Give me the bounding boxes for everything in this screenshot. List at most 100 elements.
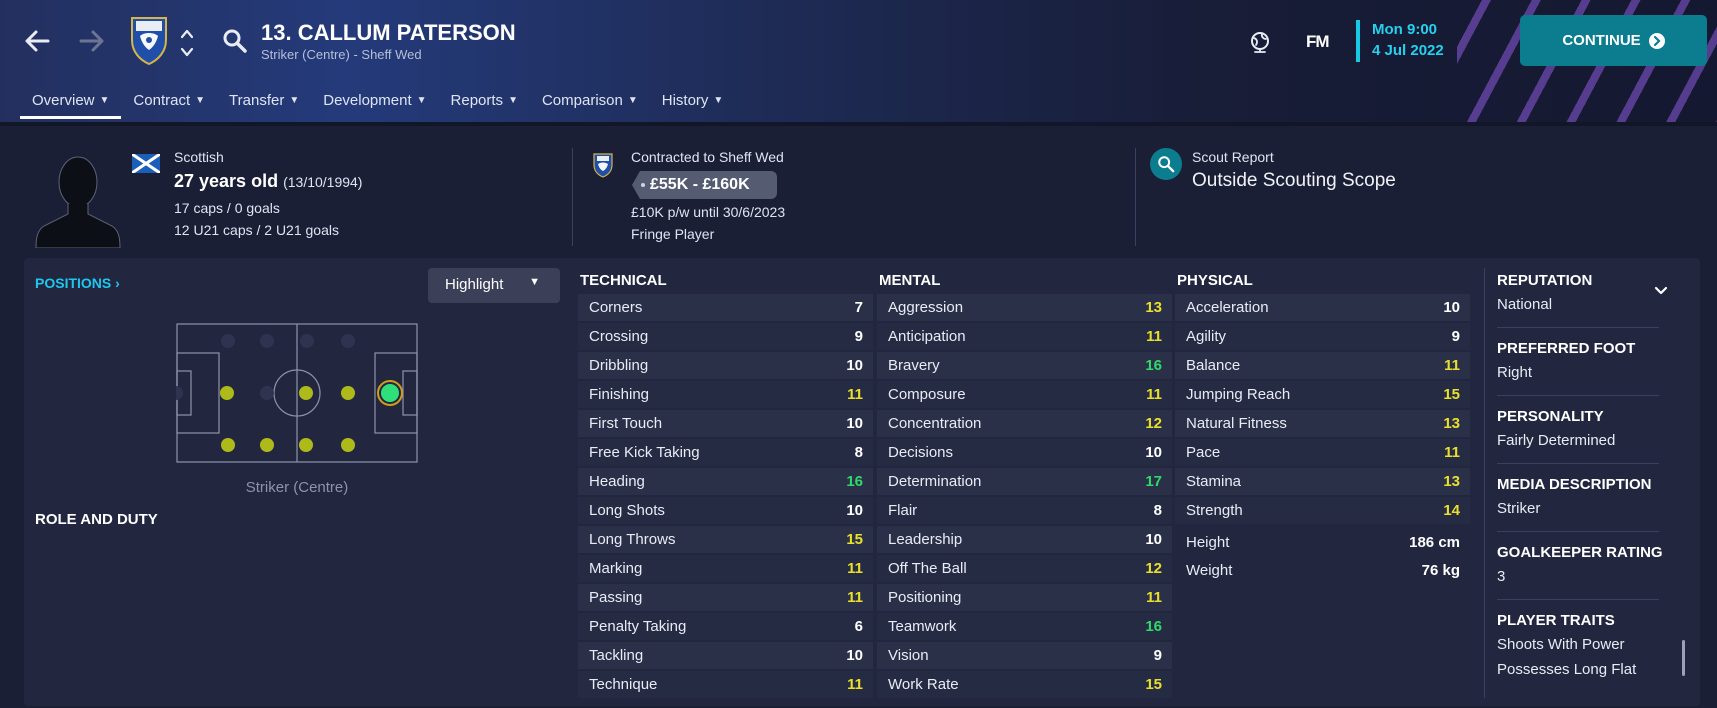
attribute-row[interactable]: Balance 11 (1175, 352, 1470, 379)
player-switch-icon[interactable] (178, 26, 196, 60)
attribute-name: Strength (1186, 502, 1243, 519)
attribute-row[interactable]: Determination 17 (877, 468, 1172, 495)
attribute-row[interactable]: Anticipation 11 (877, 323, 1172, 350)
tab-transfer[interactable]: Transfer ▼ (217, 86, 311, 122)
attribute-name: Pace (1186, 444, 1221, 461)
club-crest-small-icon[interactable] (593, 152, 613, 178)
attribute-row[interactable]: Bravery 16 (877, 352, 1172, 379)
attribute-row[interactable]: First Touch 10 (578, 410, 873, 437)
attribute-row[interactable]: Tackling 10 (578, 642, 873, 669)
tab-label: Reports (450, 92, 504, 109)
attribute-row[interactable]: Finishing 11 (578, 381, 873, 408)
goalkeeper-rating-title: GOALKEEPER RATING (1497, 544, 1663, 561)
attribute-row[interactable]: Flair 8 (877, 497, 1172, 524)
sidebar-scrollbar[interactable] (1682, 640, 1685, 676)
attribute-row[interactable]: Decisions 10 (877, 439, 1172, 466)
attribute-value: 10 (846, 647, 863, 664)
weight-value: 76 kg (1421, 562, 1460, 579)
personality-block: PERSONALITY Fairly Determined (1497, 408, 1659, 464)
attribute-name: Heading (589, 473, 645, 490)
attribute-name: Anticipation (888, 328, 966, 345)
mental-rows: Aggression 13 Anticipation 11 Bravery 16 Compo… (877, 294, 1172, 698)
attribute-name: Concentration (888, 415, 982, 432)
tab-comparison[interactable]: Comparison ▼ (530, 86, 650, 122)
tab-contract[interactable]: Contract ▼ (121, 86, 217, 122)
tab-label: Contract (133, 92, 191, 109)
attribute-row[interactable]: Natural Fitness 13 (1175, 410, 1470, 437)
back-arrow-icon[interactable] (22, 26, 52, 56)
attribute-value: 8 (1153, 502, 1162, 519)
player-trait-item[interactable]: Shoots With Power (1497, 636, 1659, 653)
attribute-name: Tackling (589, 647, 644, 664)
attribute-row[interactable]: Vision 9 (877, 642, 1172, 669)
technical-rows: Corners 7 Crossing 9 Dribbling 10 Finishing 11 F… (578, 294, 873, 698)
attribute-row[interactable]: Crossing 9 (578, 323, 873, 350)
attribute-row[interactable]: Agility 9 (1175, 323, 1470, 350)
attribute-value: 11 (847, 386, 863, 403)
attribute-row[interactable]: Concentration 12 (877, 410, 1172, 437)
weight-row: Weight 76 kg (1175, 556, 1470, 584)
chevron-down-icon: ▼ (713, 95, 724, 106)
scotland-flag-icon (131, 152, 161, 175)
forward-arrow-icon[interactable] (77, 26, 107, 56)
attribute-row[interactable]: Penalty Taking 6 (578, 613, 873, 640)
tab-label: Overview (32, 92, 95, 109)
player-traits-title: PLAYER TRAITS (1497, 612, 1615, 629)
attribute-value: 10 (846, 502, 863, 519)
attribute-value: 10 (846, 415, 863, 432)
attribute-row[interactable]: Dribbling 10 (578, 352, 873, 379)
chevron-down-icon: ▼ (627, 95, 638, 106)
highlight-dropdown[interactable]: Highlight ▼ (428, 268, 560, 303)
attribute-row[interactable]: Technique 11 (578, 671, 873, 698)
continue-button[interactable]: CONTINUE (1520, 15, 1707, 66)
attribute-row[interactable]: Stamina 13 (1175, 468, 1470, 495)
reputation-value: National (1497, 296, 1553, 313)
attribute-row[interactable]: Passing 11 (578, 584, 873, 611)
attribute-value: 13 (1443, 415, 1460, 432)
attribute-row[interactable]: Teamwork 16 (877, 613, 1172, 640)
transfer-value-tag[interactable]: £55K - £160K (632, 171, 777, 199)
scout-search-icon[interactable] (1150, 148, 1182, 180)
tab-development[interactable]: Development ▼ (311, 86, 438, 122)
attribute-row[interactable]: Marking 11 (578, 555, 873, 582)
attribute-row[interactable]: Positioning 11 (877, 584, 1172, 611)
club-crest-icon[interactable] (130, 14, 168, 66)
info-divider (1135, 148, 1136, 246)
player-age: 27 years old (13/10/1994) (174, 171, 362, 192)
attribute-row[interactable]: Work Rate 15 (877, 671, 1172, 698)
tab-overview[interactable]: Overview ▼ (20, 86, 122, 122)
attribute-row[interactable]: Jumping Reach 15 (1175, 381, 1470, 408)
tab-reports[interactable]: Reports ▼ (439, 86, 530, 122)
profile-tabs: Overview ▼ Contract ▼ Transfer ▼ Developmen… (20, 86, 735, 122)
attribute-name: Work Rate (888, 676, 959, 693)
height-value: 186 cm (1409, 534, 1460, 551)
tab-history[interactable]: History ▼ (650, 86, 736, 122)
attribute-name: Finishing (589, 386, 650, 403)
attribute-row[interactable]: Composure 11 (877, 381, 1172, 408)
chevron-down-icon[interactable] (1654, 284, 1668, 298)
attribute-row[interactable]: Free Kick Taking 8 (578, 439, 873, 466)
attribute-row[interactable]: Leadership 10 (877, 526, 1172, 553)
fm-logo[interactable]: FM (1306, 32, 1330, 52)
attribute-row[interactable]: Long Shots 10 (578, 497, 873, 524)
search-icon[interactable] (222, 28, 248, 54)
attribute-row[interactable]: Off The Ball 12 (877, 555, 1172, 582)
attribute-row[interactable]: Acceleration 10 (1175, 294, 1470, 321)
attribute-name: Technique (589, 676, 658, 693)
attribute-row[interactable]: Heading 16 (578, 468, 873, 495)
attribute-row[interactable]: Strength 14 (1175, 497, 1470, 524)
attribute-row[interactable]: Corners 7 (578, 294, 873, 321)
international-caps: 17 caps / 0 goals (174, 200, 280, 216)
positions-link[interactable]: POSITIONS › (35, 275, 120, 291)
chevron-down-icon: ▼ (195, 95, 206, 106)
attribute-value: 16 (846, 473, 863, 490)
attribute-name: Flair (888, 502, 918, 519)
attribute-value: 11 (1146, 386, 1162, 403)
attribute-row[interactable]: Pace 11 (1175, 439, 1470, 466)
player-trait-item[interactable]: Possesses Long Flat (1497, 661, 1659, 678)
attribute-row[interactable]: Long Throws 15 (578, 526, 873, 553)
attribute-row[interactable]: Aggression 13 (877, 294, 1172, 321)
globe-icon[interactable] (1248, 30, 1272, 54)
attribute-value: 14 (1443, 502, 1460, 519)
game-date: 4 Jul 2022 (1372, 42, 1444, 59)
